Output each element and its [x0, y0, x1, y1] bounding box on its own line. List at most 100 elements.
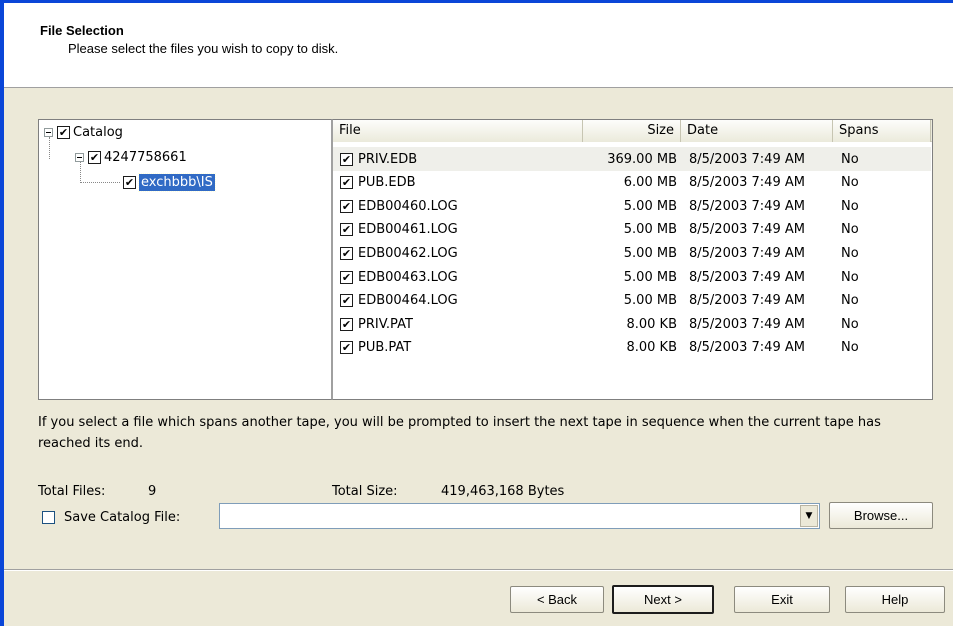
file-size: 5.00 MB [623, 222, 677, 238]
file-checkbox[interactable] [340, 317, 353, 331]
table-row[interactable]: EDB00460.LOG 5.00 MB 8/5/2003 7:49 AM No [333, 194, 931, 218]
file-cell: PUB.EDB [333, 175, 581, 190]
help-button[interactable]: Help [845, 586, 945, 613]
file-cell: PUB.PAT [333, 340, 581, 355]
file-date: 8/5/2003 7:49 AM [689, 175, 805, 191]
help-button-label: Help [881, 592, 909, 607]
tree-checkbox-exchbbb[interactable] [123, 175, 136, 189]
back-button-label: < Back [536, 592, 578, 607]
total-size-label: Total Size: [332, 484, 398, 499]
total-size-value: 419,463,168 Bytes [441, 484, 565, 499]
tree-node-tape[interactable]: 4247758661 [75, 147, 187, 167]
file-spans: No [841, 175, 859, 191]
exit-button[interactable]: Exit [734, 586, 830, 613]
file-cell: PRIV.EDB [333, 152, 581, 167]
exit-button-label: Exit [771, 592, 793, 607]
file-name: EDB00462.LOG [358, 245, 458, 261]
next-button[interactable]: Next > [612, 585, 714, 614]
file-cell: EDB00460.LOG [333, 199, 581, 214]
table-row[interactable]: PUB.PAT 8.00 KB 8/5/2003 7:49 AM No [333, 336, 931, 360]
file-cell: EDB00461.LOG [333, 222, 581, 237]
file-size: 369.00 MB [607, 151, 677, 167]
file-date: 8/5/2003 7:49 AM [689, 340, 805, 356]
file-cell: EDB00464.LOG [333, 293, 581, 308]
column-header-size[interactable]: Size [583, 120, 681, 142]
tree-node-catalog[interactable]: Catalog [44, 122, 123, 142]
file-size: 5.00 MB [623, 293, 677, 309]
file-name: EDB00461.LOG [358, 222, 458, 238]
file-spans: No [841, 340, 859, 356]
table-row[interactable]: EDB00462.LOG 5.00 MB 8/5/2003 7:49 AM No [333, 241, 931, 265]
collapse-icon[interactable] [44, 127, 53, 137]
file-date: 8/5/2003 7:49 AM [689, 245, 805, 261]
save-catalog-checkbox[interactable] [42, 511, 55, 524]
file-date: 8/5/2003 7:49 AM [689, 316, 805, 332]
file-size: 5.00 MB [623, 269, 677, 285]
file-cell: PRIV.PAT [333, 317, 581, 332]
browse-button[interactable]: Browse... [829, 502, 933, 529]
catalog-tree[interactable]: Catalog 4247758661 exchbbb\IS [38, 119, 332, 400]
column-header-spans[interactable]: Spans [833, 120, 931, 142]
file-date: 8/5/2003 7:49 AM [689, 222, 805, 238]
file-checkbox[interactable] [340, 246, 353, 260]
file-date: 8/5/2003 7:49 AM [689, 151, 805, 167]
tree-label: 4247758661 [104, 149, 187, 165]
tree-label: Catalog [73, 124, 123, 140]
table-row[interactable]: PUB.EDB 6.00 MB 8/5/2003 7:49 AM No [333, 171, 931, 195]
total-files-value: 9 [148, 484, 157, 499]
file-checkbox[interactable] [340, 199, 353, 213]
file-spans: No [841, 269, 859, 285]
file-size: 6.00 MB [623, 175, 677, 191]
file-checkbox[interactable] [340, 223, 353, 237]
file-date: 8/5/2003 7:49 AM [689, 293, 805, 309]
wizard-header: File Selection Please select the files y… [4, 3, 953, 88]
file-checkbox[interactable] [340, 341, 353, 355]
file-date: 8/5/2003 7:49 AM [689, 198, 805, 214]
next-button-label: Next > [644, 592, 682, 607]
column-header-file[interactable]: File [333, 120, 583, 142]
back-button[interactable]: < Back [510, 586, 604, 613]
file-name: EDB00460.LOG [358, 198, 458, 214]
file-size: 5.00 MB [623, 245, 677, 261]
file-spans: No [841, 316, 859, 332]
save-catalog-label: Save Catalog File: [64, 510, 181, 525]
file-checkbox[interactable] [340, 176, 353, 190]
table-row[interactable]: PRIV.EDB 369.00 MB 8/5/2003 7:49 AM No [333, 147, 931, 171]
file-name: EDB00464.LOG [358, 293, 458, 309]
file-name: PUB.PAT [358, 340, 412, 356]
file-spans: No [841, 151, 859, 167]
file-checkbox[interactable] [340, 152, 353, 166]
total-files-label: Total Files: [38, 484, 106, 499]
span-info-text: If you select a file which spans another… [38, 415, 881, 451]
column-header-date[interactable]: Date [681, 120, 833, 142]
file-name: PRIV.EDB [358, 151, 418, 167]
file-date: 8/5/2003 7:49 AM [689, 269, 805, 285]
file-spans: No [841, 245, 859, 261]
page-subtitle: Please select the files you wish to copy… [68, 41, 339, 56]
file-spans: No [841, 293, 859, 309]
file-spans: No [841, 222, 859, 238]
collapse-icon[interactable] [75, 152, 84, 162]
chevron-down-icon[interactable]: ▼ [800, 505, 818, 527]
file-checkbox[interactable] [340, 270, 353, 284]
table-row[interactable]: EDB00464.LOG 5.00 MB 8/5/2003 7:49 AM No [333, 289, 931, 313]
file-size: 8.00 KB [626, 316, 677, 332]
table-row[interactable]: EDB00461.LOG 5.00 MB 8/5/2003 7:49 AM No [333, 218, 931, 242]
tree-node-exchbbb[interactable]: exchbbb\IS [123, 172, 216, 192]
tree-checkbox-tape[interactable] [88, 150, 101, 164]
table-row[interactable]: PRIV.PAT 8.00 KB 8/5/2003 7:49 AM No [333, 312, 931, 336]
file-name: PUB.EDB [358, 175, 416, 191]
tree-connector [80, 182, 120, 183]
list-header: File Size Date Spans [333, 120, 932, 142]
file-size: 8.00 KB [626, 340, 677, 356]
window-left-border [0, 0, 4, 626]
file-checkbox[interactable] [340, 294, 353, 308]
catalog-file-combo[interactable]: ▼ [219, 503, 820, 529]
file-spans: No [841, 198, 859, 214]
tree-checkbox-catalog[interactable] [57, 125, 70, 139]
page-title: File Selection [40, 23, 124, 38]
file-size: 5.00 MB [623, 198, 677, 214]
save-catalog-checkbox-row[interactable]: Save Catalog File: [42, 510, 180, 525]
table-row[interactable]: EDB00463.LOG 5.00 MB 8/5/2003 7:49 AM No [333, 265, 931, 289]
file-list[interactable]: File Size Date Spans PRIV.EDB 369.00 MB 8/… [332, 119, 933, 400]
